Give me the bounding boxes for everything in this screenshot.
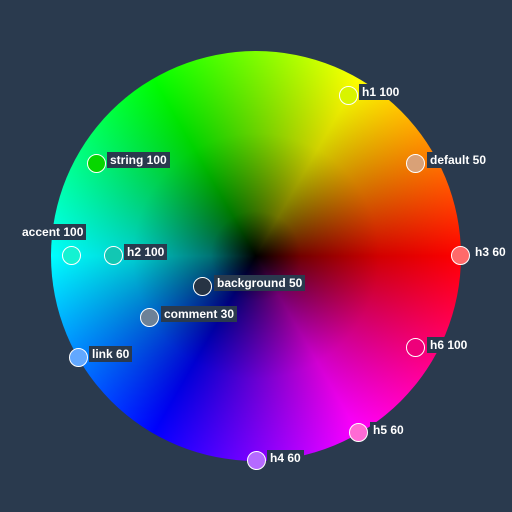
swatch-label-default: default 50	[427, 152, 490, 168]
swatch-handle-h4[interactable]	[246, 450, 266, 470]
swatch-label-string: string 100	[107, 152, 170, 168]
swatch-label-h4: h4 60	[267, 450, 304, 466]
swatch-handle-h3[interactable]	[450, 245, 470, 265]
swatch-handle-background[interactable]	[192, 276, 212, 296]
swatch-handle-string[interactable]	[86, 153, 106, 173]
swatch-label-h5: h5 60	[370, 422, 407, 438]
swatch-handle-default[interactable]	[405, 153, 425, 173]
swatch-label-accent: accent 100	[19, 224, 87, 240]
swatch-handle-h1[interactable]	[338, 85, 358, 105]
swatch-handle-h5[interactable]	[348, 422, 368, 442]
swatch-handle-accent[interactable]	[61, 245, 81, 265]
swatch-label-comment: comment 30	[161, 306, 238, 322]
swatch-label-h6: h6 100	[427, 337, 471, 353]
swatch-label-h3: h3 60	[472, 244, 509, 260]
swatch-handle-h6[interactable]	[405, 337, 425, 357]
swatch-label-h2: h2 100	[124, 244, 168, 260]
color-wheel-editor: h1 100 default 50 string 100 accent 100 h2 1…	[0, 0, 512, 512]
swatch-label-background: background 50	[214, 275, 306, 291]
swatch-handle-h2[interactable]	[103, 245, 123, 265]
swatch-handle-link[interactable]	[68, 347, 88, 367]
swatch-handle-comment[interactable]	[139, 307, 159, 327]
swatch-label-h1: h1 100	[359, 84, 403, 100]
swatch-label-link: link 60	[89, 346, 133, 362]
